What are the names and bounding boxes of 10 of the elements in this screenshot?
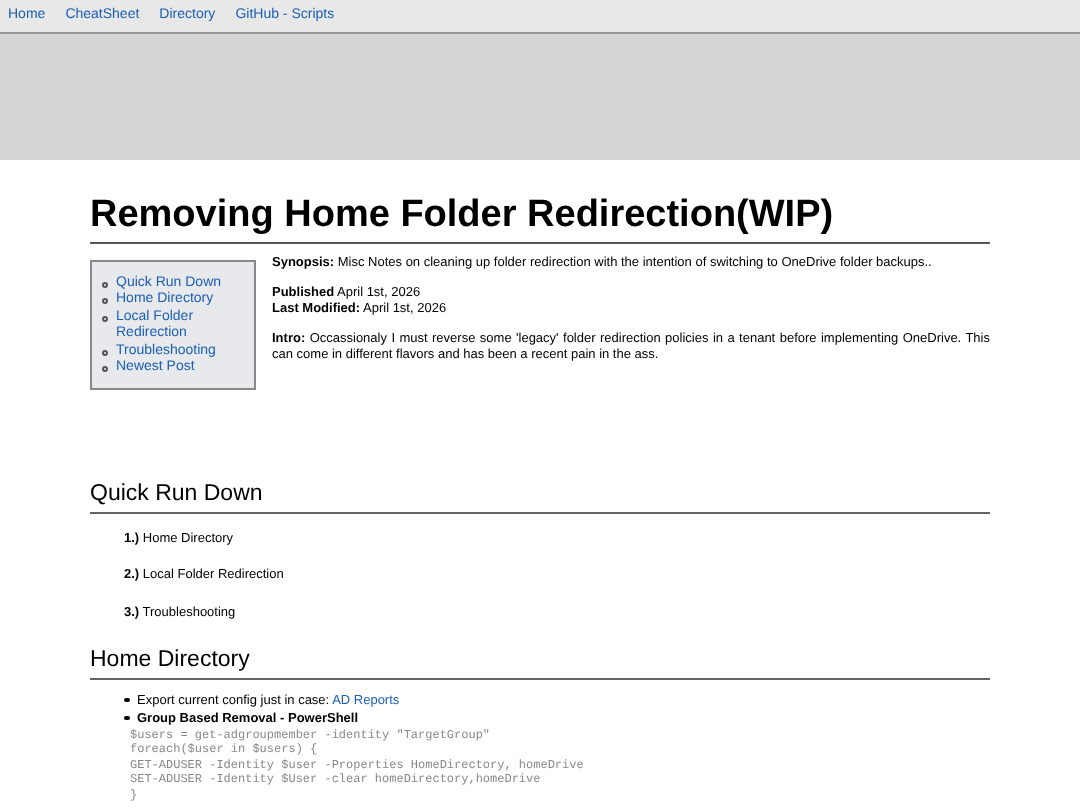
page-title: Removing Home Folder Redirection(WIP) bbox=[90, 196, 990, 244]
bullet-icon bbox=[102, 349, 108, 356]
bullet-icon bbox=[102, 281, 108, 288]
bullet-icon bbox=[102, 298, 108, 305]
bullet-icon bbox=[102, 315, 108, 322]
bullet-icon bbox=[124, 697, 129, 703]
bullet-icon bbox=[102, 366, 108, 373]
section-heading: Quick Run Down bbox=[90, 481, 990, 514]
bullet-icon bbox=[124, 715, 129, 721]
section-heading: Home Directory bbox=[90, 647, 990, 680]
